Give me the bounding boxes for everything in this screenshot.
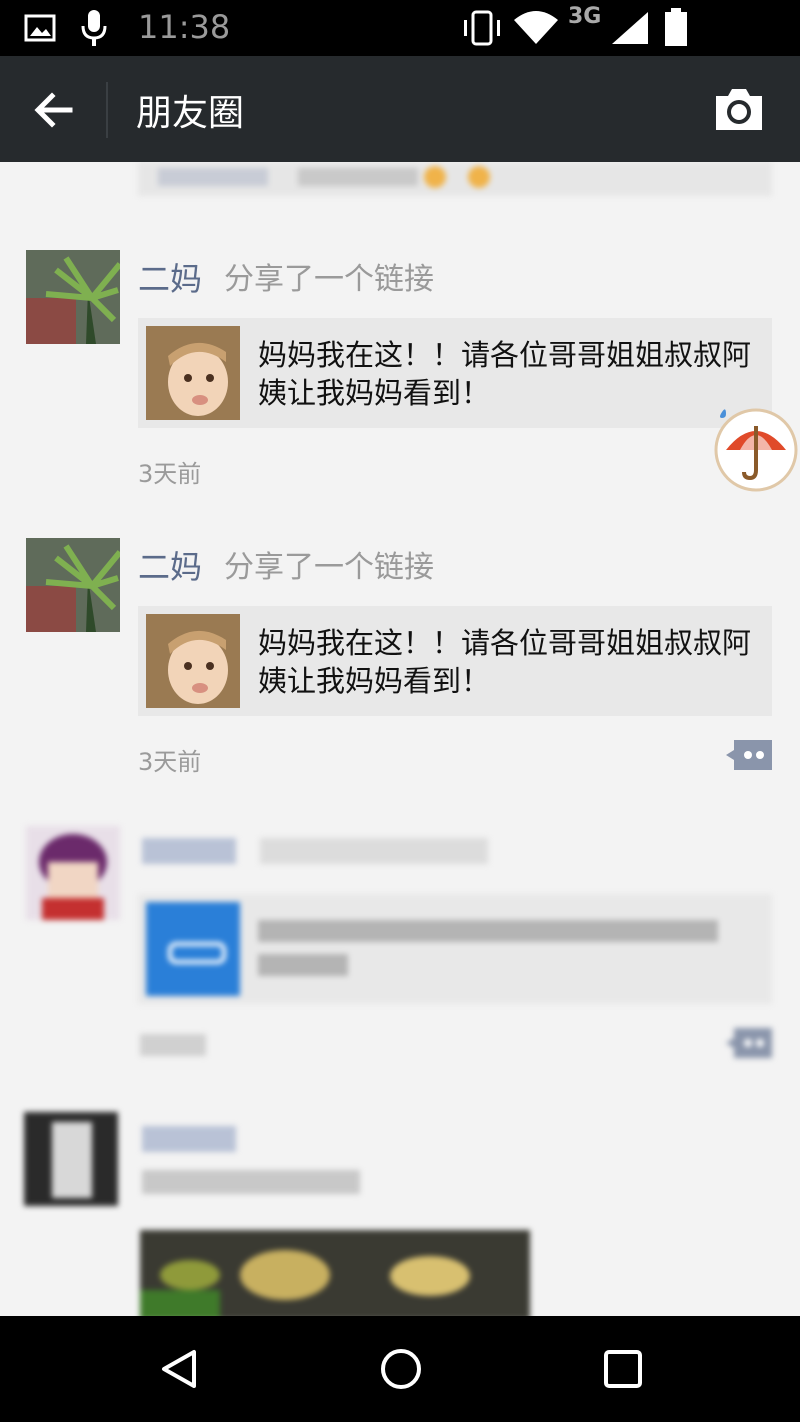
post-partial-top — [0, 162, 800, 223]
shared-link-card[interactable]: 妈妈我在这！！请各位哥哥姐姐叔叔阿姨让我妈妈看到！ — [138, 318, 772, 428]
shared-link-card[interactable]: 妈妈我在这！！请各位哥哥姐姐叔叔阿姨让我妈妈看到！ — [138, 606, 772, 716]
camera-icon[interactable] — [712, 86, 766, 132]
blurred-author-name — [142, 838, 236, 864]
post-action-text: 分享了一个链接 — [224, 550, 434, 585]
status-bar: 3G 11:38 — [0, 0, 800, 56]
home-circle-icon[interactable] — [378, 1346, 424, 1392]
comment-icon[interactable] — [724, 1026, 774, 1060]
back-arrow-icon[interactable] — [30, 86, 78, 134]
mic-icon — [81, 10, 107, 46]
app-bar: 朋友圈 — [0, 56, 800, 162]
link-title: 妈妈我在这！！请各位哥哥姐姐叔叔阿姨让我妈妈看到！ — [258, 626, 752, 698]
post-blurred — [0, 798, 800, 1087]
back-triangle-icon[interactable] — [156, 1346, 202, 1392]
appbar-divider — [106, 82, 108, 138]
moments-feed[interactable]: 二妈 分享了一个链接 妈妈我在这！！请各位哥哥姐姐叔叔阿姨让我妈妈看到！ 3天前… — [0, 162, 800, 1316]
avatar[interactable] — [26, 826, 120, 920]
post-author-name[interactable]: 二妈 — [138, 542, 202, 588]
post-photo[interactable] — [140, 1230, 530, 1316]
clock: 11:38 — [138, 8, 231, 46]
post-author-name[interactable]: 二妈 — [138, 254, 202, 300]
post-action-text: 分享了一个链接 — [224, 262, 434, 297]
shared-link-card[interactable] — [138, 894, 772, 1004]
avatar[interactable] — [26, 538, 120, 632]
post-timestamp: 3天前 — [138, 460, 202, 488]
blurred-timestamp — [140, 1034, 206, 1056]
link-thumbnail — [146, 614, 240, 708]
blurred-action-text — [260, 838, 488, 864]
avatar[interactable] — [24, 1112, 118, 1206]
image-icon — [24, 14, 56, 42]
post-blurred — [0, 1086, 800, 1316]
recents-square-icon[interactable] — [600, 1346, 646, 1392]
navigation-bar — [0, 1316, 800, 1422]
post: 二妈 分享了一个链接 妈妈我在这！！请各位哥哥姐姐叔叔阿姨让我妈妈看到！ 3天前 — [0, 222, 800, 511]
link-thumbnail — [146, 902, 240, 996]
page-title: 朋友圈 — [136, 93, 245, 134]
umbrella-float-icon[interactable] — [712, 406, 798, 492]
link-title: 妈妈我在这！！请各位哥哥姐姐叔叔阿姨让我妈妈看到！ — [258, 338, 752, 410]
blurred-author-name — [142, 1126, 236, 1152]
comment-icon[interactable] — [724, 738, 774, 772]
post-timestamp: 3天前 — [138, 748, 202, 776]
post: 二妈 分享了一个链接 妈妈我在这！！请各位哥哥姐姐叔叔阿姨让我妈妈看到！ 3天前 — [0, 510, 800, 799]
link-thumbnail — [146, 326, 240, 420]
blurred-comment-area — [138, 162, 772, 196]
avatar[interactable] — [26, 250, 120, 344]
blurred-post-text — [142, 1170, 360, 1194]
